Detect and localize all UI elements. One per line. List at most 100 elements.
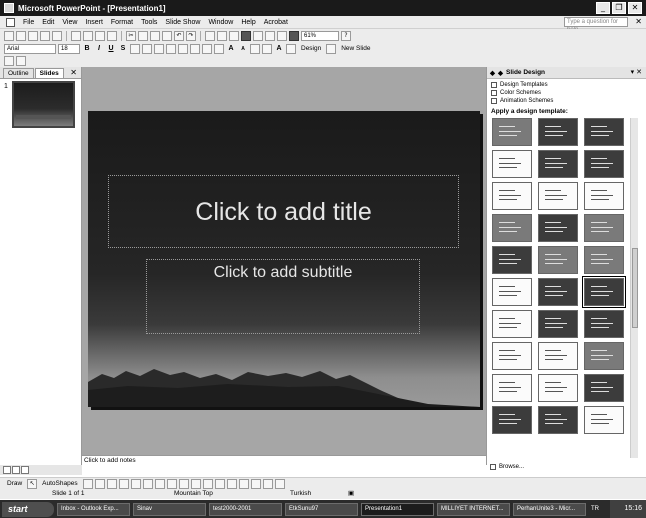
line-color-icon[interactable] <box>202 478 213 489</box>
taskbar-item-etksunu[interactable]: EtkSunu97 <box>285 502 358 516</box>
title-placeholder[interactable]: Click to add title <box>108 175 459 248</box>
permission-icon[interactable] <box>40 30 50 41</box>
design-template-thumbnail[interactable] <box>584 150 624 178</box>
design-template-thumbnail[interactable] <box>492 246 532 274</box>
menu-tools[interactable]: Tools <box>141 19 157 26</box>
design-template-thumbnail[interactable] <box>584 310 624 338</box>
minimize-button[interactable]: _ <box>596 2 610 14</box>
browse-link[interactable]: Browse... <box>490 464 524 470</box>
design-template-thumbnail[interactable] <box>538 182 578 210</box>
menu-insert[interactable]: Insert <box>85 19 103 26</box>
grid-icon[interactable] <box>277 30 287 41</box>
numbering-icon[interactable] <box>178 43 188 54</box>
bullets-icon[interactable] <box>190 43 200 54</box>
italic-button[interactable]: I <box>94 44 104 54</box>
forward-arrow-icon[interactable]: ◆ <box>498 69 503 77</box>
tab-outline[interactable]: Outline <box>3 68 34 78</box>
markup-icon[interactable] <box>4 56 14 66</box>
cut-icon[interactable]: ✂ <box>126 30 136 41</box>
powerpoint-app-icon[interactable] <box>4 3 14 13</box>
taskbar-item-perhan[interactable]: PerhanUnite3 - Micr... <box>513 502 586 516</box>
shadow-button[interactable]: S <box>118 44 128 54</box>
draw-menu-button[interactable]: Draw <box>4 479 25 489</box>
insert-picture-icon[interactable] <box>241 30 251 41</box>
arrow-icon[interactable] <box>94 478 105 489</box>
insert-chart-icon[interactable] <box>205 30 215 41</box>
font-color-button[interactable]: A <box>274 44 284 54</box>
help-search-input[interactable]: Type a question for help <box>564 17 628 33</box>
slide-show-button[interactable] <box>21 466 29 474</box>
print-icon[interactable] <box>71 30 81 41</box>
design-template-thumbnail[interactable] <box>492 214 532 242</box>
design-template-thumbnail[interactable] <box>538 278 578 306</box>
redo-icon[interactable]: ↷ <box>186 30 196 41</box>
taskbar-item-presentation1[interactable]: Presentation1 <box>361 502 434 516</box>
normal-view-button[interactable] <box>3 466 11 474</box>
design-template-thumbnail[interactable] <box>538 406 578 434</box>
font-color-icon[interactable] <box>214 478 225 489</box>
back-arrow-icon[interactable]: ◆ <box>490 69 495 77</box>
align-center-icon[interactable] <box>142 43 152 54</box>
rectangle-icon[interactable] <box>106 478 117 489</box>
font-select[interactable]: Arial <box>4 43 56 54</box>
bold-button[interactable]: B <box>82 44 92 54</box>
zoom-select[interactable]: 61% <box>301 30 339 41</box>
insert-table-icon[interactable] <box>217 30 227 41</box>
autoshapes-menu-button[interactable]: AutoShapes <box>39 479 80 489</box>
design-template-thumbnail[interactable] <box>492 150 532 178</box>
line-icon[interactable] <box>82 478 93 489</box>
task-pane-scrollbar[interactable] <box>630 118 638 458</box>
oval-icon[interactable] <box>118 478 129 489</box>
picture-icon[interactable] <box>178 478 189 489</box>
taskbar-item-outlook[interactable]: Inbox - Outlook Exp... <box>57 502 130 516</box>
paste-icon[interactable] <box>150 30 160 41</box>
diagram-icon[interactable] <box>154 478 165 489</box>
align-right-icon[interactable] <box>154 43 164 54</box>
design-template-thumbnail[interactable] <box>492 342 532 370</box>
taskbar-item-sinav[interactable]: Sinav <box>133 502 206 516</box>
menu-file[interactable]: File <box>23 19 34 26</box>
menu-format[interactable]: Format <box>111 19 133 26</box>
design-template-thumbnail[interactable] <box>584 374 624 402</box>
reviewing-pane-icon[interactable] <box>16 56 26 66</box>
copy-icon[interactable] <box>138 30 148 41</box>
demote-icon[interactable] <box>262 43 272 54</box>
expand-all-icon[interactable] <box>253 30 263 41</box>
slide-thumbnail[interactable] <box>12 81 75 128</box>
design-template-thumbnail[interactable] <box>538 118 578 146</box>
research-icon[interactable] <box>107 30 117 41</box>
design-templates-link[interactable]: Design Templates <box>487 81 646 89</box>
menu-view[interactable]: View <box>62 19 77 26</box>
format-painter-icon[interactable] <box>162 30 172 41</box>
taskbar-item-milliyet[interactable]: MILLIYET INTERNET... <box>437 502 510 516</box>
spelling-icon[interactable] <box>95 30 105 41</box>
design-template-thumbnail[interactable] <box>492 182 532 210</box>
shadow-style-icon[interactable] <box>262 478 273 489</box>
design-template-thumbnail[interactable] <box>584 246 624 274</box>
color-grayscale-icon[interactable] <box>289 30 299 41</box>
taskbar-item-test2000[interactable]: test2000-2001 <box>209 502 282 516</box>
design-icon[interactable] <box>286 43 296 54</box>
dash-style-icon[interactable] <box>238 478 249 489</box>
justify-icon[interactable] <box>166 43 176 54</box>
design-template-thumbnail[interactable] <box>584 182 624 210</box>
3d-style-icon[interactable] <box>274 478 285 489</box>
design-template-thumbnail[interactable] <box>538 246 578 274</box>
design-template-thumbnail[interactable] <box>492 406 532 434</box>
text-box-icon[interactable] <box>130 478 141 489</box>
menu-acrobat[interactable]: Acrobat <box>264 19 288 26</box>
design-template-thumbnail[interactable] <box>538 150 578 178</box>
help-icon[interactable]: ? <box>341 30 351 41</box>
design-template-thumbnail[interactable] <box>584 406 624 434</box>
tray-language[interactable]: TR <box>591 506 599 512</box>
fill-color-icon[interactable] <box>190 478 201 489</box>
open-icon[interactable] <box>16 30 26 41</box>
design-template-thumbnail[interactable] <box>492 278 532 306</box>
notes-pane[interactable]: Click to add notes <box>82 455 486 465</box>
design-button[interactable]: Design <box>298 44 324 54</box>
save-icon[interactable] <box>28 30 38 41</box>
slide-sorter-view-button[interactable] <box>12 466 20 474</box>
undo-icon[interactable]: ↶ <box>174 30 184 41</box>
close-panel-icon[interactable]: ✕ <box>70 68 77 77</box>
new-icon[interactable] <box>4 30 14 41</box>
